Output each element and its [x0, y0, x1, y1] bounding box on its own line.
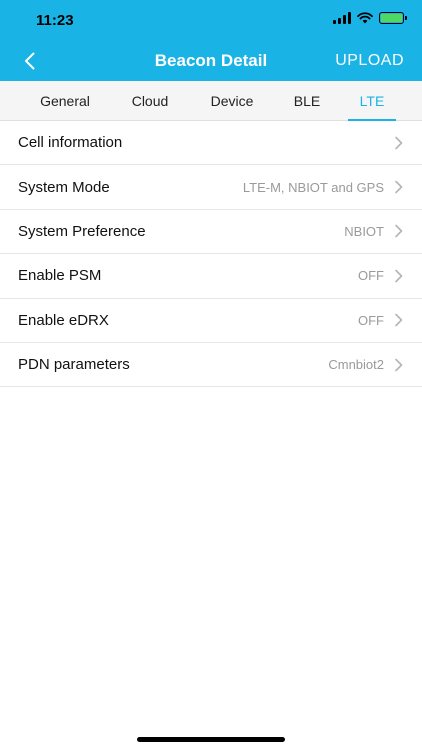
row-label: System Mode: [18, 178, 110, 196]
cellular-signal-icon: [333, 12, 351, 24]
tab-general[interactable]: General: [26, 81, 104, 121]
row-label: Enable PSM: [18, 267, 102, 285]
chevron-right-icon: [395, 269, 403, 283]
wifi-icon: [357, 12, 373, 24]
upload-button[interactable]: UPLOAD: [335, 52, 404, 70]
tab-lte[interactable]: LTE: [348, 81, 396, 121]
chevron-right-icon: [395, 136, 403, 149]
row-enable-edrx[interactable]: Enable eDRX OFF: [0, 299, 422, 343]
chevron-right-icon: [395, 313, 403, 327]
row-value: Cmnbiot2: [328, 357, 384, 373]
status-icons: [333, 12, 407, 24]
status-time: 11:23: [36, 12, 74, 29]
row-label: Cell information: [18, 134, 123, 152]
status-bar: 11:23: [0, 0, 422, 44]
tab-ble[interactable]: BLE: [282, 81, 332, 121]
chevron-right-icon: [395, 225, 403, 238]
row-pdn-parameters[interactable]: PDN parameters Cmnbiot2: [0, 343, 422, 388]
app-header: 11:23 Beacon Detail UPLOAD: [0, 0, 422, 81]
row-enable-psm[interactable]: Enable PSM OFF: [0, 254, 422, 299]
tab-device[interactable]: Device: [198, 81, 266, 121]
chevron-right-icon: [395, 180, 403, 194]
tab-cloud[interactable]: Cloud: [118, 81, 182, 121]
lte-settings-list: Cell information System Mode LTE-M, NBIO…: [0, 121, 422, 388]
home-indicator[interactable]: [137, 737, 285, 742]
row-label: Enable eDRX: [18, 311, 109, 329]
nav-bar: Beacon Detail UPLOAD: [0, 44, 422, 81]
row-value: LTE-M, NBIOT and GPS: [242, 179, 384, 195]
tab-bar: General Cloud Device BLE LTE: [0, 81, 422, 121]
battery-fill: [381, 14, 402, 22]
chevron-right-icon: [395, 358, 403, 371]
row-system-preference[interactable]: System Preference NBIOT: [0, 210, 422, 255]
row-label: System Preference: [18, 222, 146, 240]
battery-icon: [379, 12, 407, 24]
row-system-mode[interactable]: System Mode LTE-M, NBIOT and GPS: [0, 165, 422, 210]
row-value: NBIOT: [344, 223, 384, 239]
row-label: PDN parameters: [18, 356, 130, 374]
row-value: OFF: [358, 268, 384, 284]
row-value: OFF: [358, 312, 384, 328]
row-cell-information[interactable]: Cell information: [0, 121, 422, 166]
